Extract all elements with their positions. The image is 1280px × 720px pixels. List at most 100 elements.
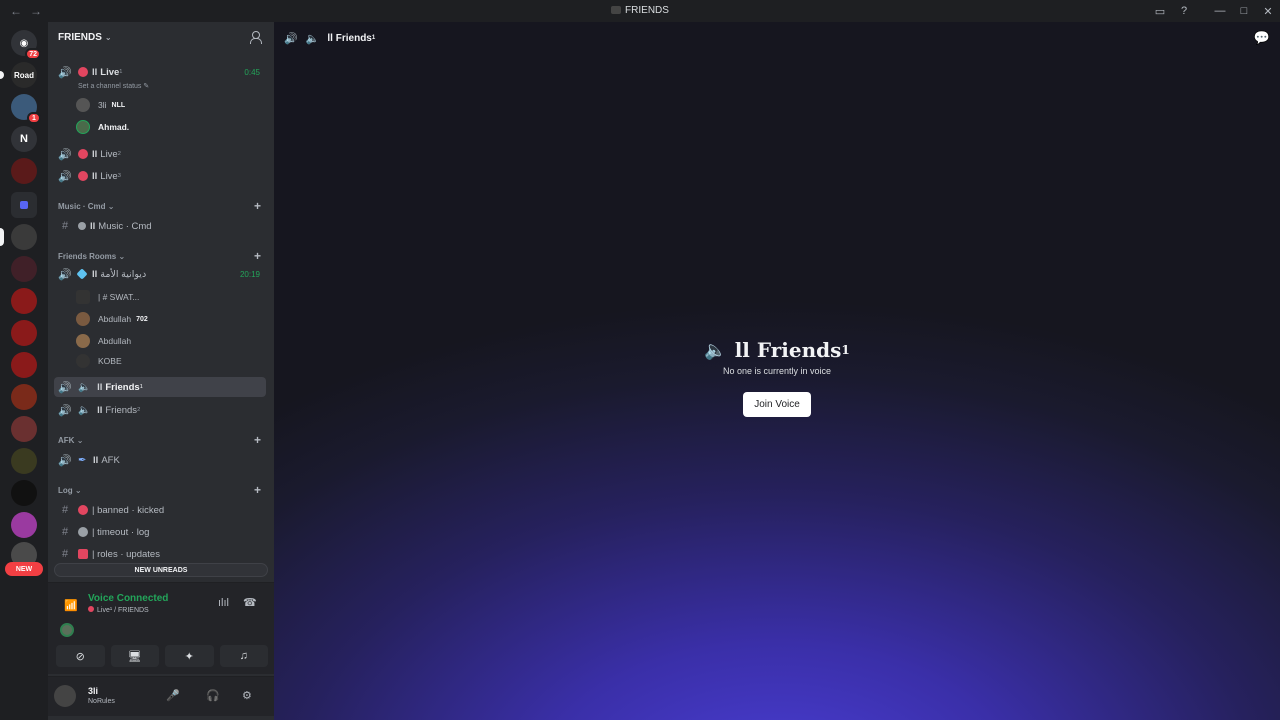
server-8[interactable] (11, 288, 37, 314)
maximize-button[interactable]: □ (1232, 0, 1256, 22)
user-avatar[interactable] (54, 685, 76, 707)
channel-name: Live (100, 148, 118, 160)
category-label: Friends Rooms (58, 252, 117, 261)
voice-user[interactable]: KOBE (76, 352, 122, 370)
add-channel-icon[interactable]: + (254, 249, 261, 263)
server-10[interactable] (11, 352, 37, 378)
text-channel-timeout[interactable]: # | timeout · log (54, 522, 266, 542)
server-13[interactable] (11, 448, 37, 474)
avatar (76, 354, 90, 368)
user-name[interactable]: 3li (88, 686, 98, 696)
voice-channel-live1[interactable]: 🔊 ll Live 1 0:45 (54, 62, 266, 82)
user-name: 3li (98, 100, 107, 110)
server-6[interactable] (0, 224, 37, 250)
bars-icon: ll (92, 66, 98, 78)
add-channel-icon[interactable]: + (254, 433, 261, 447)
channel-header: 🔊 🔈 ll Friends 1 (284, 30, 375, 46)
channel-name: | timeout · log (92, 526, 150, 538)
category-music[interactable]: Music · Cmd ⌄ + (58, 199, 261, 213)
user-name: Abdullah (98, 314, 132, 324)
bars-icon: ll (90, 220, 96, 232)
activity-avatar[interactable] (60, 623, 74, 637)
home-button[interactable]: ◉ 72 (11, 30, 41, 60)
voice-user[interactable]: | # SWAT... (76, 288, 139, 306)
channel-sup: 2 (137, 407, 141, 413)
microphone-icon[interactable]: 🎤 (166, 689, 180, 702)
user-status[interactable]: NoRules (88, 698, 115, 705)
chevron-down-icon: ⌄ (107, 202, 115, 211)
arrow-right-icon[interactable]: → (30, 4, 42, 18)
close-button[interactable]: ✕ (1256, 0, 1280, 22)
server-folder[interactable] (11, 192, 37, 218)
server-11[interactable] (11, 384, 37, 410)
add-channel-icon[interactable]: + (254, 199, 261, 213)
voice-channel-afk[interactable]: 🔊 ✒ ll AFK (54, 450, 266, 470)
server-4[interactable] (11, 158, 37, 184)
channel-sup: 3 (117, 173, 121, 179)
camera-off-button[interactable]: ⊘ (56, 645, 105, 667)
screen-share-button[interactable]: 🖥 (110, 645, 159, 667)
voice-channel-live3[interactable]: 🔊 ll Live 3 (54, 166, 266, 186)
chat-bubble-icon[interactable]: 💬 (1254, 30, 1270, 46)
server-road[interactable]: Road (0, 62, 37, 88)
voice-channel-arabic[interactable]: 🔊 ll ديوانية الأمة 20:19 (54, 264, 266, 284)
voice-actions: ⊘ 🖥 ✦ ♫ (56, 645, 268, 667)
server-2[interactable]: 1 (11, 94, 41, 124)
channel-status[interactable]: Set a channel status ✎ (78, 82, 149, 90)
category-label: Log (58, 486, 73, 495)
voice-status-subtitle[interactable]: Live¹ / FRIENDS (88, 606, 149, 614)
voice-user[interactable]: 3li NLL (76, 96, 125, 114)
arrow-left-icon[interactable]: ← (10, 4, 22, 18)
guild-header[interactable]: FRIENDS ⌄ (48, 22, 274, 52)
speaker-icon: 🔊 (58, 404, 72, 417)
category-log[interactable]: Log ⌄ + (58, 483, 261, 497)
gear-icon[interactable]: ⚙ (242, 689, 252, 702)
voice-channel-friends1[interactable]: 🔊 🔈 ll Friends 1 (54, 377, 266, 397)
voice-user[interactable]: Abdullah (76, 332, 131, 350)
disconnect-icon[interactable]: ☎ (243, 596, 257, 609)
speaker-icon: 🔈 (704, 339, 727, 361)
voice-channel-friends2[interactable]: 🔊 🔈 ll Friends 2 (54, 400, 266, 420)
headphones-icon[interactable]: 🎧 (206, 689, 220, 702)
server-14[interactable] (11, 480, 37, 506)
red-circle-icon (78, 171, 88, 181)
minimize-button[interactable]: — (1208, 0, 1232, 22)
text-channel-roles[interactable]: # | roles · updates (54, 544, 266, 564)
server-n[interactable]: N (11, 126, 37, 152)
text-channel-banned[interactable]: # | banned · kicked (54, 500, 266, 520)
voice-timer: 0:45 (244, 67, 260, 77)
noise-suppression-icon[interactable]: ılıl (218, 597, 229, 609)
help-icon[interactable]: ? (1172, 0, 1196, 22)
join-voice-button[interactable]: Join Voice (743, 392, 811, 417)
bookmark-icon (78, 549, 88, 559)
voice-channel-live2[interactable]: 🔊 ll Live 2 (54, 144, 266, 164)
text-channel-music-cmd[interactable]: # ll Music · Cmd (54, 216, 266, 236)
server-12[interactable] (11, 416, 37, 442)
voice-status-title[interactable]: Voice Connected (88, 593, 168, 604)
inbox-icon[interactable]: ▭ (1148, 0, 1172, 22)
window-controls: ▭ ? — □ ✕ (1148, 0, 1280, 22)
category-afk[interactable]: AFK ⌄ + (58, 433, 261, 447)
server-15[interactable] (11, 512, 37, 538)
user-tag: 702 (136, 315, 148, 323)
add-channel-icon[interactable]: + (254, 483, 261, 497)
category-friends-rooms[interactable]: Friends Rooms ⌄ + (58, 249, 261, 263)
server-unread-badge: 1 (27, 112, 41, 124)
speaker-icon: 🔊 (58, 170, 72, 183)
avatar (76, 312, 90, 326)
speaker-icon: 🔊 (58, 454, 72, 467)
bars-icon: ll (92, 148, 98, 160)
new-unreads-bar[interactable]: NEW UNREADS (54, 563, 268, 577)
server-7[interactable] (11, 256, 37, 282)
invite-members-icon[interactable] (250, 30, 264, 44)
voice-user[interactable]: Abdullah 702 (76, 310, 148, 328)
voice-subtitle-text: Live¹ / FRIENDS (97, 607, 149, 614)
server-9[interactable] (11, 320, 37, 346)
soundboard-button[interactable]: ♫ (219, 645, 268, 667)
voice-user[interactable]: Ahmad. (76, 118, 129, 136)
activities-button[interactable]: ✦ (165, 645, 214, 667)
empty-title-text: Friends (756, 338, 842, 362)
hashtag-icon: # (61, 526, 69, 538)
signal-icon[interactable]: 📶 (64, 599, 78, 612)
new-badge[interactable]: NEW (5, 562, 43, 576)
